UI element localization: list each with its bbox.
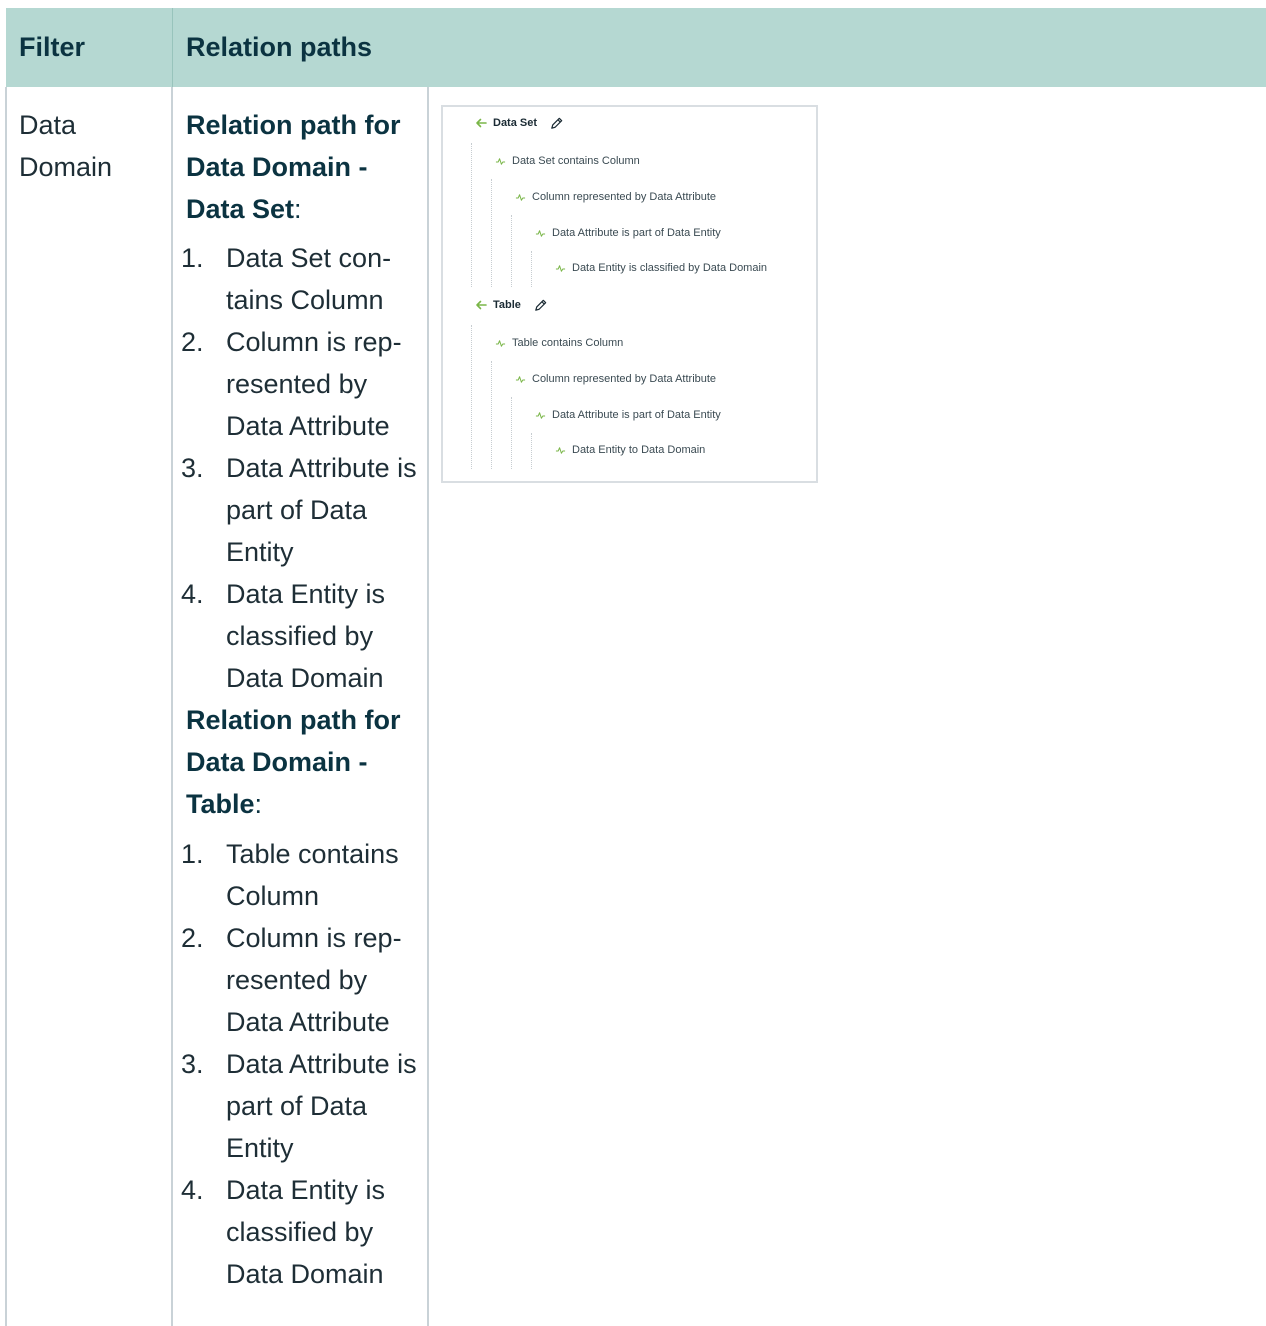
relation-paths-table: Filter Relation paths Data Domain Relati… (5, 8, 1266, 1326)
step-text: Column is rep­resented by Data Attribute (226, 923, 402, 1037)
relation-label: Data Entity to Data Domain (572, 444, 706, 456)
step-number: 2. (181, 327, 204, 357)
relation-step: 4. Data Entity is classified by Data Doma… (181, 1169, 422, 1295)
relation-steps-list: 1. Data Set con­tains Column 2. Column is … (181, 237, 422, 699)
tree-guide-line (491, 179, 492, 287)
step-text: Data Entity is classified by Data Domain (226, 579, 386, 693)
step-text: Table contains Column (226, 839, 399, 911)
step-text: Data Entity is classified by Data Domain (226, 1175, 386, 1289)
step-number: 4. (181, 1175, 204, 1205)
step-number: 4. (181, 579, 204, 609)
column-border-left (5, 87, 7, 1326)
relation-step: 2. Column is rep­resented by Data Attribu… (181, 917, 422, 1043)
relation-row: Data Set contains Column (495, 152, 640, 170)
column-border-filter (171, 87, 173, 1326)
step-text: Data Attribute is part of Data Entity (226, 1049, 417, 1163)
relation-label: Data Attribute is part of Data Entity (552, 227, 721, 239)
tree-guide-line (531, 251, 532, 287)
pencil-icon[interactable] (533, 298, 548, 313)
table-header: Filter Relation paths (6, 8, 1266, 87)
arrow-left-icon (476, 118, 487, 128)
relation-path-title-text: Relation path for Data Domain - Table (186, 705, 401, 819)
step-text: Data Attribute is part of Data Entity (226, 453, 417, 567)
step-number: 3. (181, 1049, 204, 1079)
relation-row: Data Attribute is part of Data Entity (535, 406, 721, 424)
relation-step: 3. Data Attribute is part of Data Entity (181, 1043, 422, 1169)
group-title: Table (493, 299, 521, 311)
step-text: Column is rep­resented by Data Attribute (226, 327, 402, 441)
relation-label: Table contains Column (512, 337, 624, 349)
group-title: Data Set (493, 117, 538, 129)
relation-paths-cell: Relation path for Data Domain - Data Set… (181, 104, 422, 1295)
pulse-icon (535, 229, 546, 237)
relation-label: Data Set contains Column (512, 155, 640, 167)
relation-label: Data Attribute is part of Data Entity (552, 409, 721, 421)
pulse-icon (515, 375, 526, 383)
relation-row: Table contains Column (495, 334, 623, 352)
pencil-icon[interactable] (549, 116, 564, 131)
tree-guide-line (471, 143, 472, 287)
relation-step: 1. Table contains Column (181, 833, 422, 917)
relation-row: Data Entity to Data Domain (555, 441, 705, 459)
title-colon: : (254, 789, 263, 819)
relation-step: 1. Data Set con­tains Column (181, 237, 422, 321)
header-divider (172, 8, 173, 87)
tree-guide-line (471, 325, 472, 469)
relation-path-title: Relation path for Data Domain - Data Set… (186, 104, 422, 230)
filter-cell: Data Domain (19, 110, 113, 182)
relation-row: Data Entity is classified by Data Domain (555, 259, 767, 277)
step-number: 2. (181, 923, 204, 953)
step-number: 3. (181, 453, 204, 483)
relation-path-title: Relation path for Data Domain - Table: (186, 699, 422, 825)
step-number: 1. (181, 243, 204, 273)
relation-group-table: Table (475, 295, 548, 315)
pulse-icon (495, 157, 506, 165)
pulse-icon (495, 339, 506, 347)
relation-label: Column represented by Data Attribute (532, 191, 717, 203)
relation-row: Data Attribute is part of Data Entity (535, 224, 721, 242)
title-colon: : (294, 194, 302, 224)
step-text: Data Set con­tains Column (226, 243, 392, 315)
pulse-icon (555, 446, 566, 454)
pulse-icon (535, 411, 546, 419)
header-filter: Filter (19, 32, 86, 62)
relation-row: Column represented by Data Attribute (515, 370, 716, 388)
relation-step: 4. Data Entity is classified by Data Doma… (181, 573, 422, 699)
relation-label: Data Entity is classified by Data Domain (572, 262, 768, 274)
tree-guide-line (531, 433, 532, 469)
pulse-icon (555, 264, 566, 272)
tree-guide-line (511, 397, 512, 469)
relation-step: 2. Column is rep­resented by Data Attribu… (181, 321, 422, 447)
relation-label: Column represented by Data Attribute (532, 373, 717, 385)
header-relation-paths: Relation paths (186, 32, 373, 62)
relation-paths-screenshot: Data Set Data Set contains Column Column… (441, 105, 818, 483)
pulse-icon (515, 193, 526, 201)
relation-group-data-set: Data Set (475, 113, 564, 133)
relation-step: 3. Data Attribute is part of Data Entity (181, 447, 422, 573)
tree-guide-line (511, 215, 512, 287)
tree-guide-line (491, 361, 492, 469)
relation-steps-list: 1. Table contains Column 2. Column is rep­… (181, 833, 422, 1295)
relation-row: Column represented by Data Attribute (515, 188, 716, 206)
column-border-paths (427, 87, 429, 1326)
arrow-left-icon (476, 300, 487, 310)
step-number: 1. (181, 839, 204, 869)
